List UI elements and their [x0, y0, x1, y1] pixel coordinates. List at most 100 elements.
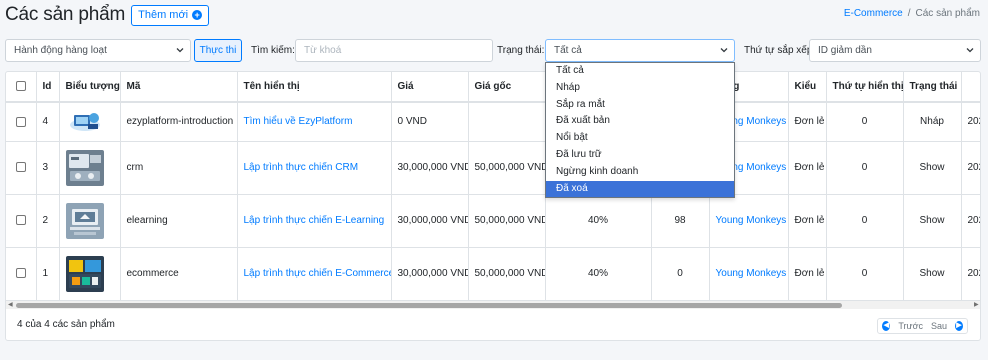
results-summary: 4 của 4 các sản phẩm: [17, 319, 115, 330]
sort-select[interactable]: ID giảm dần: [809, 39, 981, 62]
cell-order: 0: [826, 102, 904, 142]
cell-id: 2: [36, 194, 60, 248]
table-row[interactable]: 1 ecommerce Lập trình thực chiến E-Comme…: [6, 247, 980, 301]
cell-icon: [59, 194, 121, 248]
table-row[interactable]: 4 ezyplatform-introduction Tìm hiểu về E…: [6, 102, 980, 142]
cell-order: 0: [826, 247, 904, 301]
arrow-left-circle-icon: ◀: [882, 321, 891, 331]
table-header-row: Id Biểu tượng Mã Tên hiển thị Giá Giá gố…: [6, 72, 980, 103]
status-option[interactable]: Đã lưu trữ: [546, 147, 734, 164]
row-checkbox[interactable]: [15, 162, 26, 173]
execute-button[interactable]: Thực thi: [194, 39, 242, 62]
search-label: Tìm kiếm:: [251, 45, 295, 56]
cell-discount: 40%: [545, 194, 652, 248]
column-header[interactable]: [961, 72, 980, 103]
cell-id: 1: [36, 247, 60, 301]
pagination: ◀ Trước Sau ▶: [877, 318, 968, 334]
sort-label: Thứ tự sắp xếp:: [744, 45, 816, 56]
cell-seller-link[interactable]: Young Monkeys: [709, 194, 789, 248]
cell-name-link[interactable]: Lập trình thực chiến E-Learning: [237, 194, 392, 248]
scroll-right-icon[interactable]: ▶: [974, 302, 980, 308]
next-page-button[interactable]: ▶: [951, 319, 967, 333]
filter-toolbar: Hành động hàng loạt Thực thi Tìm kiếm: T…: [5, 39, 981, 62]
column-header[interactable]: Tên hiển thị: [237, 72, 392, 103]
cell-type: Đơn lẻ: [788, 141, 827, 195]
cell-code: ecommerce: [120, 247, 238, 301]
column-header[interactable]: Id: [36, 72, 60, 103]
table-row[interactable]: 3 crm Lập trình thực chiến CRM 30,000,00…: [6, 141, 980, 195]
cell-name-link[interactable]: Lập trình thực chiến E-Commerce: [237, 247, 392, 301]
chevron-down-icon: [176, 48, 184, 53]
cell-status: Nháp: [903, 102, 962, 142]
cell-status: Show: [903, 247, 962, 301]
select-all-checkbox[interactable]: [15, 81, 26, 92]
status-option[interactable]: Ngừng kinh doanh: [546, 164, 734, 181]
cell-original-price: 50,000,000 VND: [468, 247, 546, 301]
row-select-cell: [6, 102, 37, 142]
cell-name-link[interactable]: Lập trình thực chiến CRM: [237, 141, 392, 195]
row-select-cell: [6, 141, 37, 195]
select-all-header: [6, 72, 37, 103]
search-input[interactable]: Từ khoá: [295, 39, 493, 62]
cell-code: crm: [120, 141, 238, 195]
breadcrumb-link-ecommerce[interactable]: E-Commerce: [844, 8, 903, 19]
cell-price: 0 VND: [391, 102, 469, 142]
bulk-action-select[interactable]: Hành động hàng loạt: [5, 39, 191, 62]
cell-created: 2025: [961, 102, 980, 142]
plus-circle-icon: +: [192, 10, 203, 20]
row-checkbox[interactable]: [15, 268, 26, 279]
cell-created: 2025: [961, 141, 980, 195]
cell-name-link[interactable]: Tìm hiểu về EzyPlatform: [237, 102, 392, 142]
elearning-thumbnail-icon: [65, 202, 104, 239]
prev-page-label[interactable]: Trước: [894, 319, 927, 333]
status-option[interactable]: Tất cả: [546, 63, 734, 80]
row-checkbox[interactable]: [15, 116, 26, 127]
cell-created: 2025: [961, 194, 980, 248]
cell-created: 2025: [961, 247, 980, 301]
column-header[interactable]: Thứ tự hiển thị: [826, 72, 904, 103]
scrollbar-thumb[interactable]: [16, 303, 842, 308]
column-header[interactable]: Giá gốc: [468, 72, 546, 103]
table-row[interactable]: 2 elearning Lập trình thực chiến E-Learn…: [6, 194, 980, 248]
column-header[interactable]: Mã: [120, 72, 238, 103]
status-option[interactable]: Sắp ra mắt: [546, 97, 734, 114]
crm-thumbnail-icon: [65, 149, 104, 186]
status-option[interactable]: Nháp: [546, 80, 734, 97]
status-option-highlighted[interactable]: Đã xoá: [546, 180, 734, 198]
status-option[interactable]: Nổi bật: [546, 130, 734, 147]
search-placeholder: Từ khoá: [304, 45, 342, 56]
cell-seller-link[interactable]: Young Monkeys: [709, 247, 789, 301]
cell-original-price: 50,000,000 VND: [468, 141, 546, 195]
column-header[interactable]: Kiểu: [788, 72, 827, 103]
prev-page-button[interactable]: ◀: [878, 319, 894, 333]
row-select-cell: [6, 247, 37, 301]
column-header[interactable]: Giá: [391, 72, 469, 103]
page-header: Các sản phẩm Thêm mới +: [5, 3, 210, 27]
cell-original-price: 50,000,000 VND: [468, 194, 546, 248]
row-select-cell: [6, 194, 37, 248]
column-header[interactable]: Trạng thái: [903, 72, 962, 103]
ecommerce-thumbnail-icon: [65, 255, 104, 292]
chevron-down-icon: [720, 48, 728, 53]
status-option[interactable]: Đã xuất bản: [546, 113, 734, 130]
cell-type: Đơn lẻ: [788, 102, 827, 142]
cell-discount: 40%: [545, 247, 652, 301]
horizontal-scrollbar[interactable]: ◀ ▶: [6, 301, 980, 309]
cell-code: ezyplatform-introduction: [120, 102, 238, 142]
add-new-button[interactable]: Thêm mới +: [131, 4, 210, 26]
cell-order: 0: [826, 141, 904, 195]
chevron-down-icon: [966, 48, 974, 53]
cell-price: 30,000,000 VND: [391, 141, 469, 195]
cell-icon: [59, 141, 121, 195]
scroll-left-icon[interactable]: ◀: [8, 302, 14, 308]
status-select-value: Tất cả: [554, 45, 582, 56]
products-table: Id Biểu tượng Mã Tên hiển thị Giá Giá gố…: [6, 72, 980, 301]
status-select[interactable]: Tất cả: [545, 39, 735, 62]
cell-icon: [59, 247, 121, 301]
breadcrumb-separator: /: [907, 8, 911, 19]
add-new-label: Thêm mới: [138, 9, 189, 21]
cell-quantity: 98: [651, 194, 710, 248]
column-header[interactable]: Biểu tượng: [59, 72, 121, 103]
next-page-label[interactable]: Sau: [927, 319, 951, 333]
row-checkbox[interactable]: [15, 215, 26, 226]
